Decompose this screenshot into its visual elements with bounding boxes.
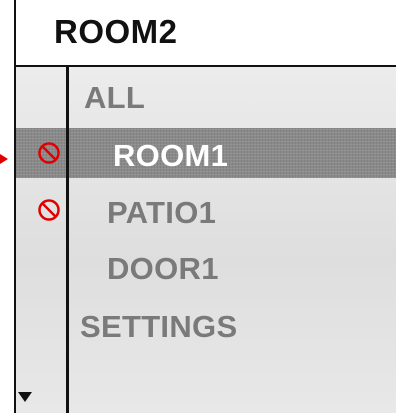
- menu-header: ROOM2: [16, 0, 396, 67]
- menu-item-door1[interactable]: DOOR1: [16, 241, 396, 291]
- menu-item-patio1[interactable]: PATIO1: [16, 185, 396, 235]
- menu-item-label: DOOR1: [107, 251, 219, 286]
- column-divider: [66, 67, 69, 413]
- menu-item-room1[interactable]: ROOM1: [16, 128, 396, 178]
- pointer-arrow-icon: [0, 154, 8, 164]
- menu-item-settings[interactable]: SETTINGS: [16, 299, 396, 349]
- no-entry-icon[interactable]: [37, 141, 61, 165]
- menu-list: ALL ROOM1 PATIO1 DOOR1 SETTINGS: [16, 67, 396, 413]
- menu-item-label: ALL: [84, 80, 146, 115]
- room-menu-panel: ROOM2 ALL ROOM1 PATIO1 DOOR1 SETTINGS: [14, 0, 396, 413]
- no-entry-icon[interactable]: [37, 198, 61, 222]
- triangle-down-icon[interactable]: [18, 392, 32, 402]
- menu-item-label: PATIO1: [107, 195, 217, 230]
- menu-item-all[interactable]: ALL: [16, 70, 396, 120]
- menu-item-label: SETTINGS: [80, 309, 238, 344]
- menu-item-label: ROOM1: [113, 138, 229, 173]
- menu-title: ROOM2: [54, 13, 178, 50]
